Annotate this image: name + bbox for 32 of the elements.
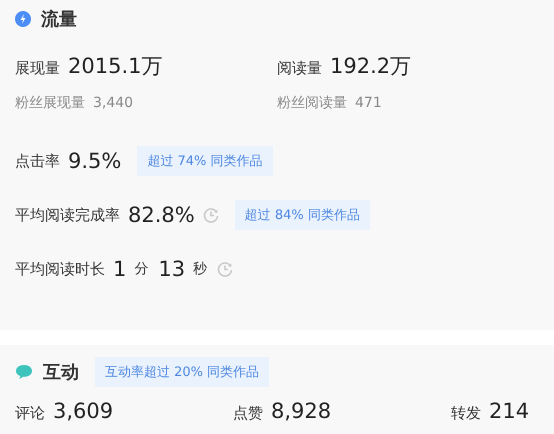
metric-label: 平均阅读完成率 [15, 206, 120, 224]
stat-value: 8,928 [271, 399, 332, 423]
stat-value: 3,609 [53, 399, 114, 423]
fan-metric-value: 3,440 [93, 95, 134, 111]
fan-metric-label: 粉丝阅读量 [277, 94, 347, 112]
history-icon[interactable] [217, 261, 234, 277]
stat-value: 214 [489, 399, 530, 423]
history-icon[interactable] [202, 207, 219, 223]
metric-label: 展现量 [15, 59, 60, 78]
metric-value: 192.2万 [330, 53, 412, 80]
stat-label: 点赞 [233, 404, 263, 423]
metric-label: 点击率 [15, 152, 60, 170]
chat-bubble-icon [15, 364, 33, 380]
duration-value: 13 [158, 257, 186, 281]
duration-unit: 分 [134, 260, 148, 278]
stat-label: 转发 [451, 404, 481, 423]
duration-value: 1 [113, 257, 126, 281]
metric-value: 9.5% [68, 149, 122, 173]
metric-value: 82.8% [128, 203, 195, 227]
metric-value: 2015.1万 [68, 53, 162, 80]
metric-label: 平均阅读时长 [15, 260, 105, 278]
stat-label: 评论 [15, 404, 45, 423]
comparison-tag: 超过 74% 同类作品 [137, 146, 273, 176]
comparison-tag: 超过 84% 同类作品 [234, 200, 370, 230]
duration-unit: 秒 [193, 260, 208, 278]
metric-label: 阅读量 [277, 59, 322, 78]
fan-metric-value: 471 [355, 95, 382, 111]
comparison-tag: 互动率超过 20% 同类作品 [95, 357, 270, 387]
fan-metric-label: 粉丝展现量 [15, 94, 85, 112]
section-title: 流量 [41, 8, 77, 31]
section-title: 互动 [43, 361, 79, 384]
flash-icon [15, 11, 31, 27]
